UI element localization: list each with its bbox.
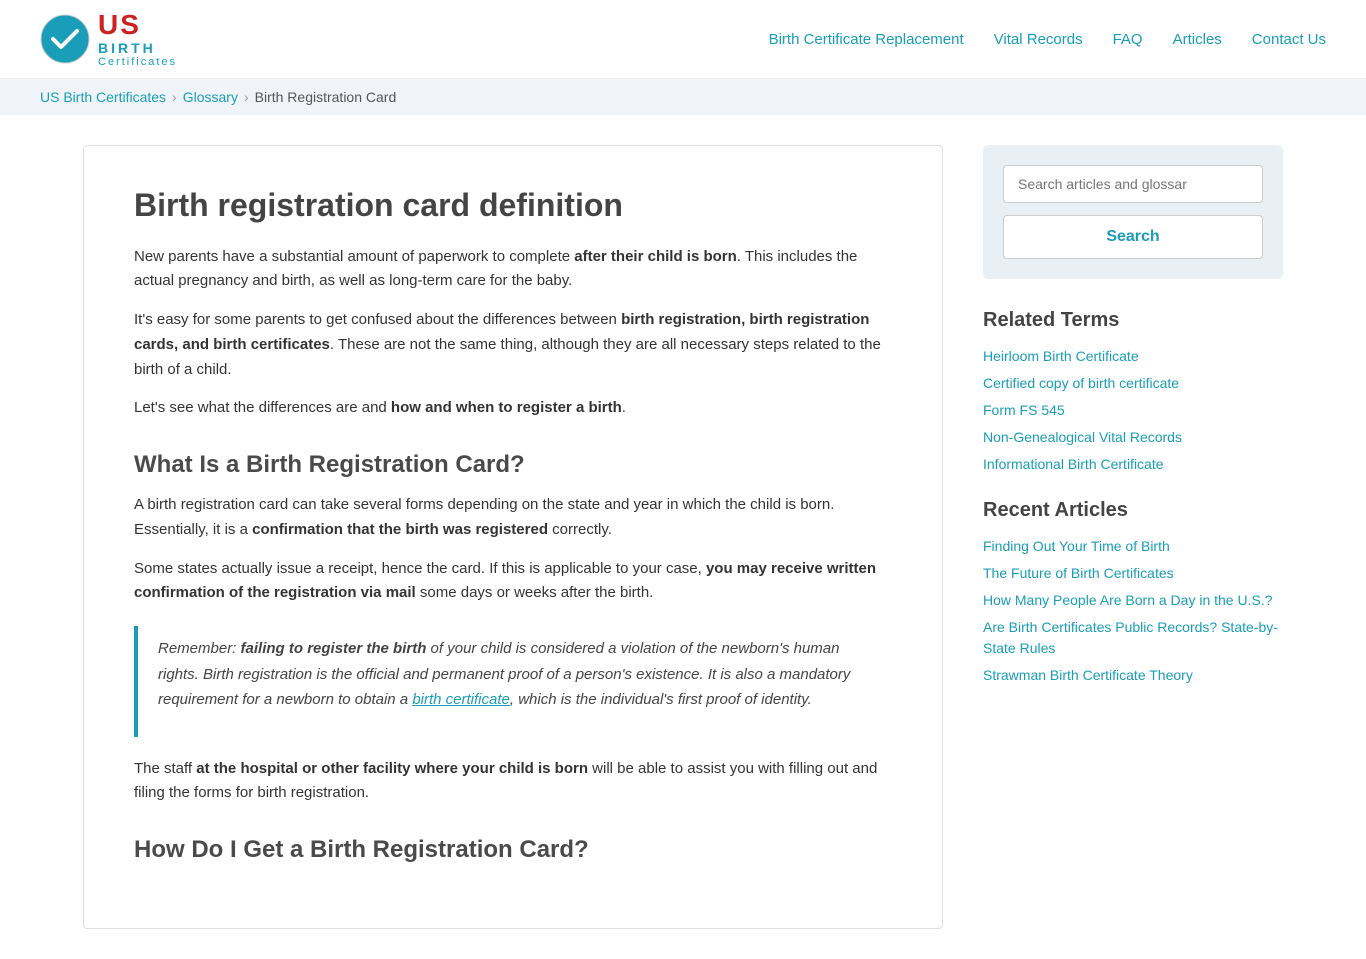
bold-how-when: how and when to register a birth: [391, 399, 622, 416]
nav-vital-records[interactable]: Vital Records: [994, 31, 1083, 48]
logo-us: US: [98, 10, 177, 41]
logo-icon: [40, 14, 90, 64]
intro-p2: It's easy for some parents to get confus…: [134, 308, 892, 382]
logo[interactable]: US BIRTH Certificates: [40, 10, 177, 68]
bold-after-child-born: after their child is born: [574, 248, 737, 265]
article-link-time-of-birth[interactable]: Finding Out Your Time of Birth: [983, 538, 1170, 554]
bold-failing-register: failing to register the birth: [241, 640, 427, 657]
intro-p1: New parents have a substantial amount of…: [134, 245, 892, 295]
bold-confirmation: confirmation that the birth was register…: [252, 521, 548, 538]
bold-hospital-staff: at the hospital or other facility where …: [196, 760, 588, 777]
list-item: Informational Birth Certificate: [983, 454, 1283, 475]
recent-articles-list: Finding Out Your Time of Birth The Futur…: [983, 536, 1283, 686]
intro-p3: Let's see what the differences are and h…: [134, 396, 892, 421]
list-item: Are Birth Certificates Public Records? S…: [983, 617, 1283, 659]
breadcrumb-home[interactable]: US Birth Certificates: [40, 89, 166, 105]
blockquote-text: Remember: failing to register the birth …: [158, 636, 872, 713]
list-item: Strawman Birth Certificate Theory: [983, 665, 1283, 686]
search-box: Search: [983, 145, 1283, 279]
list-item: Certified copy of birth certificate: [983, 373, 1283, 394]
search-button[interactable]: Search: [1003, 215, 1263, 259]
article-title: Birth registration card definition: [134, 186, 892, 224]
related-terms-section: Related Terms Heirloom Birth Certificate…: [983, 309, 1283, 475]
recent-articles-heading: Recent Articles: [983, 499, 1283, 522]
blockquote: Remember: failing to register the birth …: [134, 626, 892, 737]
related-terms-list: Heirloom Birth Certificate Certified cop…: [983, 346, 1283, 475]
related-term-form-fs545[interactable]: Form FS 545: [983, 402, 1065, 418]
related-term-informational[interactable]: Informational Birth Certificate: [983, 456, 1164, 472]
breadcrumb-glossary[interactable]: Glossary: [183, 89, 238, 105]
breadcrumb-sep-1: ›: [172, 89, 177, 105]
related-term-certified[interactable]: Certified copy of birth certificate: [983, 375, 1179, 391]
breadcrumb: US Birth Certificates › Glossary › Birth…: [0, 79, 1366, 115]
site-header: US BIRTH Certificates Birth Certificate …: [0, 0, 1366, 79]
related-term-non-genealogical[interactable]: Non-Genealogical Vital Records: [983, 429, 1182, 445]
birth-certificate-link[interactable]: birth certificate: [412, 691, 510, 708]
article-link-strawman[interactable]: Strawman Birth Certificate Theory: [983, 667, 1193, 683]
bold-registration-types: birth registration, birth registration c…: [134, 311, 869, 353]
search-input[interactable]: [1003, 165, 1263, 203]
related-terms-heading: Related Terms: [983, 309, 1283, 332]
list-item: Heirloom Birth Certificate: [983, 346, 1283, 367]
nav-articles[interactable]: Articles: [1173, 31, 1222, 48]
article-link-public-records[interactable]: Are Birth Certificates Public Records? S…: [983, 619, 1278, 656]
page-container: Birth registration card definition New p…: [43, 115, 1323, 959]
section-heading-what-is: What Is a Birth Registration Card?: [134, 451, 892, 479]
sidebar: Search Related Terms Heirloom Birth Cert…: [983, 145, 1283, 929]
related-term-heirloom[interactable]: Heirloom Birth Certificate: [983, 348, 1139, 364]
list-item: Form FS 545: [983, 400, 1283, 421]
bold-written-confirmation: you may receive written confirmation of …: [134, 560, 876, 602]
breadcrumb-current: Birth Registration Card: [255, 89, 397, 105]
section-heading-how-get: How Do I Get a Birth Registration Card?: [134, 836, 892, 864]
list-item: The Future of Birth Certificates: [983, 563, 1283, 584]
breadcrumb-sep-2: ›: [244, 89, 249, 105]
after-blockquote-p: The staff at the hospital or other facil…: [134, 757, 892, 807]
list-item: Non-Genealogical Vital Records: [983, 427, 1283, 448]
nav-faq[interactable]: FAQ: [1113, 31, 1143, 48]
what-is-p2: Some states actually issue a receipt, he…: [134, 557, 892, 607]
logo-birth: BIRTH: [98, 41, 177, 56]
article: Birth registration card definition New p…: [83, 145, 943, 929]
main-nav: Birth Certificate Replacement Vital Reco…: [769, 31, 1326, 48]
nav-birth-certificate-replacement[interactable]: Birth Certificate Replacement: [769, 31, 964, 48]
list-item: Finding Out Your Time of Birth: [983, 536, 1283, 557]
recent-articles-section: Recent Articles Finding Out Your Time of…: [983, 499, 1283, 686]
what-is-p1: A birth registration card can take sever…: [134, 493, 892, 543]
article-link-future[interactable]: The Future of Birth Certificates: [983, 565, 1174, 581]
nav-contact-us[interactable]: Contact Us: [1252, 31, 1326, 48]
logo-certificates: Certificates: [98, 56, 177, 68]
logo-text: US BIRTH Certificates: [98, 10, 177, 68]
list-item: How Many People Are Born a Day in the U.…: [983, 590, 1283, 611]
article-link-how-many[interactable]: How Many People Are Born a Day in the U.…: [983, 592, 1272, 608]
